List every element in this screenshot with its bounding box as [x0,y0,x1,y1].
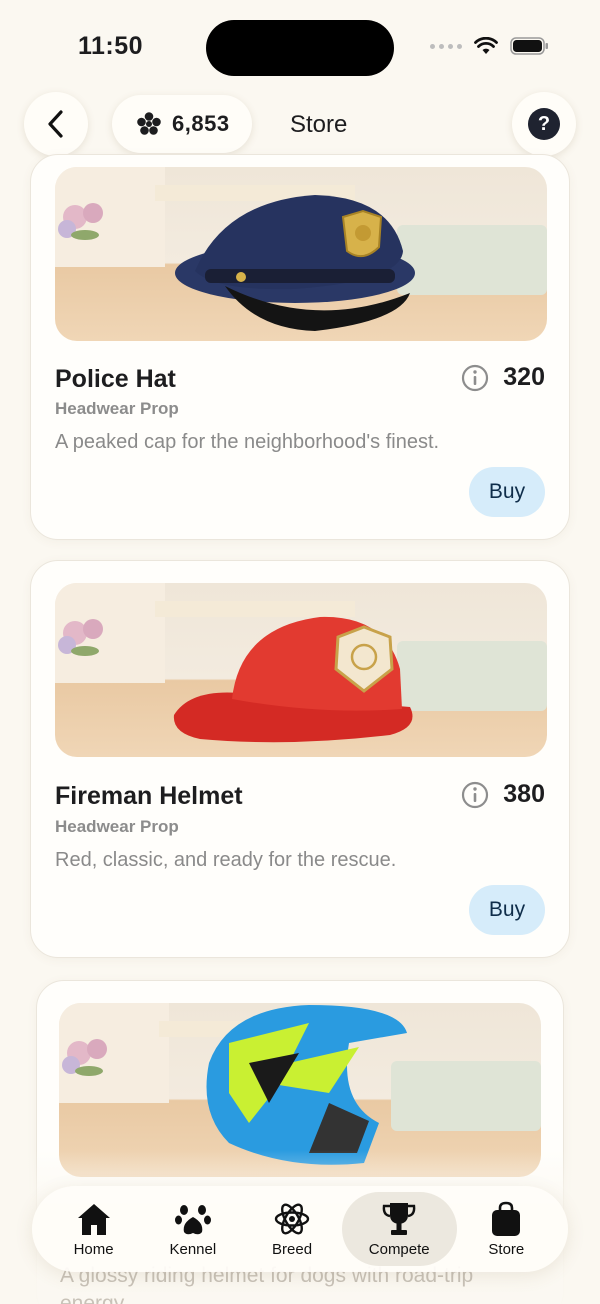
question-icon: ? [528,108,560,140]
tab-label: Kennel [169,1240,217,1258]
status-icons [430,36,550,56]
item-price: 380 [461,780,545,809]
item-image [55,167,547,341]
item-title: Fireman Helmet [55,782,243,810]
item-category: Headwear Prop [55,817,179,836]
item-description: Red, classic, and ready for the rescue. [55,849,397,871]
tab-store[interactable]: Store [457,1192,556,1266]
paw-coins-icon [137,112,161,135]
tab-kennel[interactable]: Kennel [143,1192,242,1266]
tab-compete[interactable]: Compete [341,1192,457,1266]
help-button[interactable]: ? [512,92,576,156]
bag-icon [492,1201,521,1236]
item-price: 320 [461,363,545,392]
tab-breed[interactable]: Breed [242,1192,341,1266]
tab-label: Store [488,1240,525,1258]
tab-bar: Home Kennel Breed Compete Store [32,1186,568,1272]
currency-amount: 6,853 [172,111,230,136]
tab-label: Breed [272,1240,313,1258]
chevron-left-icon [48,110,63,138]
tab-label: Compete [368,1240,430,1258]
currency-pill[interactable]: 6,853 [112,95,252,153]
top-nav: 6,853 Store ? [0,92,600,160]
price-value: 320 [503,363,545,391]
wifi-icon [474,37,498,55]
item-description: A peaked cap for the neighborhood's fine… [55,431,440,453]
back-button[interactable] [24,92,88,156]
item-image [55,583,547,757]
police-hat-icon [175,195,415,331]
status-time: 11:50 [78,32,144,60]
price-value: 380 [503,780,545,808]
signal-icon [430,43,462,49]
dynamic-island [206,20,394,76]
tab-home[interactable]: Home [44,1192,143,1266]
atom-icon [274,1203,310,1234]
store-item-card: Fireman Helmet 380 Headwear Prop Red, cl… [30,560,570,958]
info-icon[interactable] [461,781,489,809]
store-item-card: Police Hat 320 Headwear Prop A peaked ca… [30,154,570,540]
battery-icon [510,36,550,56]
buy-button[interactable]: Buy [469,467,545,517]
fireman-helmet-icon [173,616,413,743]
tab-label: Home [73,1240,114,1258]
page-title: Store [290,111,348,138]
status-bar: 11:50 [0,0,600,90]
item-category: Headwear Prop [55,399,179,418]
buy-button[interactable]: Buy [469,885,545,935]
item-title: Police Hat [55,365,176,393]
house-icon [77,1203,110,1235]
trophy-icon [382,1202,416,1235]
info-icon[interactable] [461,364,489,392]
paw-icon [174,1204,211,1234]
motorcycle-helmet-icon [206,1005,407,1165]
